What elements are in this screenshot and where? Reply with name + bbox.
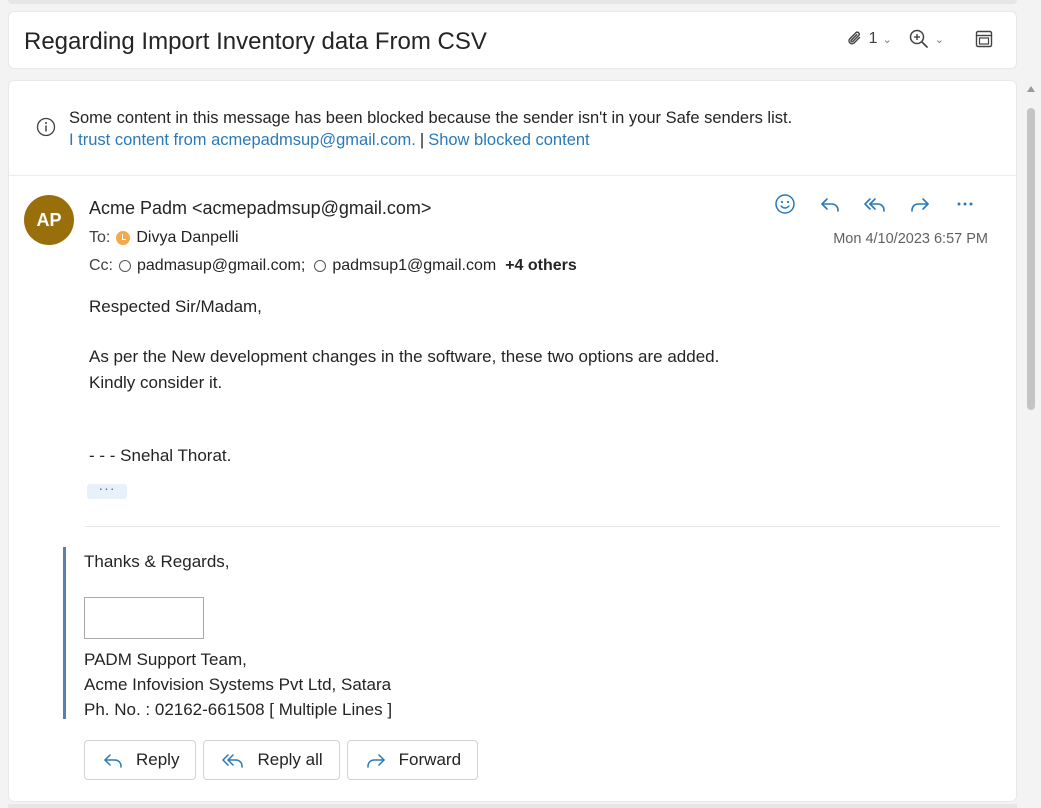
reply-icon — [104, 754, 122, 768]
avatar[interactable]: AP — [24, 195, 74, 245]
reply-all-button[interactable]: Reply all — [203, 740, 340, 780]
chevron-down-icon: ⌄ — [934, 33, 944, 46]
more-recipients-link[interactable]: +4 others — [505, 257, 577, 275]
scroll-thumb[interactable] — [1027, 108, 1035, 410]
react-button[interactable] — [762, 193, 807, 215]
show-blocked-content-link[interactable]: Show blocked content — [428, 131, 589, 149]
to-label: To: — [89, 229, 111, 246]
divider — [85, 526, 1000, 527]
blocked-image-placeholder — [84, 597, 204, 639]
quote-bar — [63, 547, 66, 719]
paperclip-icon — [847, 31, 860, 45]
reply-icon-button[interactable] — [807, 193, 852, 215]
smiley-icon — [774, 194, 795, 214]
reply-all-icon-button[interactable] — [852, 193, 897, 215]
signature-thanks: Thanks & Regards, — [84, 552, 230, 571]
forward-icon-button[interactable] — [897, 193, 942, 215]
show-trimmed-content-button[interactable]: ··· — [87, 481, 127, 499]
recipient[interactable]: Divya Danpelli — [136, 229, 238, 247]
reply-label: Reply — [136, 750, 180, 769]
zoom-in-icon — [909, 29, 928, 48]
open-in-new-window-icon — [975, 30, 993, 48]
reply-button[interactable]: Reply — [84, 740, 197, 780]
reply-all-label: Reply all — [257, 750, 323, 769]
blocked-message: Some content in this message has been bl… — [69, 109, 793, 127]
message-body: Respected Sir/Madam, As per the New deve… — [89, 294, 719, 469]
previous-item-edge — [8, 0, 1017, 4]
signature: Thanks & Regards, — [84, 549, 230, 574]
cc-line: Cc: padmasup@gmail.com; padmsup1@gmail.c… — [89, 257, 577, 275]
to-line: To: Divya Danpelli — [89, 229, 239, 247]
presence-away-icon — [116, 231, 131, 245]
blocked-links: I trust content from acmepadmsup@gmail.c… — [69, 129, 590, 151]
sent-date: Mon 4/10/2023 6:57 PM — [833, 231, 988, 247]
more-horizontal-icon — [957, 202, 972, 206]
cc-recipient[interactable]: padmsup1@gmail.com — [332, 257, 496, 275]
reply-icon — [820, 198, 839, 212]
subject-bar: Regarding Import Inventory data From CSV… — [8, 11, 1017, 69]
zoom-button[interactable]: ⌄ — [908, 28, 944, 50]
greeting: Respected Sir/Madam, — [89, 297, 262, 316]
signature-company: Acme Infovision Systems Pvt Ltd, Satara — [84, 675, 392, 694]
forward-icon — [366, 754, 385, 768]
body-line: Kindly consider it. — [89, 373, 223, 392]
message-actions — [762, 193, 987, 215]
attachment-count: 1 — [868, 30, 878, 47]
forward-icon — [910, 198, 929, 212]
reading-pane: Some content in this message has been bl… — [8, 80, 1017, 802]
forward-button[interactable]: Forward — [346, 740, 479, 780]
signoff: - - - Snehal Thorat. — [89, 446, 232, 465]
sender-name[interactable]: Acme Padm <acmepadmsup@gmail.com> — [89, 198, 431, 219]
signature-details: PADM Support Team, Acme Infovision Syste… — [84, 647, 392, 722]
open-in-new-window-button[interactable] — [974, 29, 994, 49]
next-item-edge — [8, 804, 1017, 808]
presence-offline-icon — [314, 260, 327, 272]
cc-recipient[interactable]: padmasup@gmail.com; — [137, 257, 305, 275]
scroll-up-arrow-icon[interactable] — [1027, 86, 1035, 92]
info-icon — [36, 117, 56, 137]
more-actions-button[interactable] — [942, 193, 987, 215]
reply-all-icon — [863, 198, 885, 212]
email-subject: Regarding Import Inventory data From CSV — [24, 28, 487, 55]
link-separator: | — [419, 131, 425, 149]
forward-label: Forward — [398, 750, 462, 769]
subject-toolbar: 1 ⌄ ⌄ — [845, 28, 994, 50]
body-line: As per the New development changes in th… — [89, 347, 720, 366]
presence-offline-icon — [119, 260, 131, 272]
blocked-content-banner: Some content in this message has been bl… — [9, 81, 1016, 176]
attachments-button[interactable]: 1 ⌄ — [845, 29, 892, 49]
signature-phone: Ph. No. : 02162-661508 [ Multiple Lines … — [84, 700, 393, 719]
vertical-scrollbar[interactable] — [1024, 80, 1041, 808]
signature-team: PADM Support Team, — [84, 650, 247, 669]
trust-sender-link[interactable]: I trust content from acmepadmsup@gmail.c… — [69, 131, 416, 149]
reply-all-icon — [222, 754, 244, 768]
chevron-down-icon: ⌄ — [882, 33, 892, 46]
reply-button-row: Reply Reply all Forward — [84, 740, 479, 780]
cc-label: Cc: — [89, 257, 113, 274]
